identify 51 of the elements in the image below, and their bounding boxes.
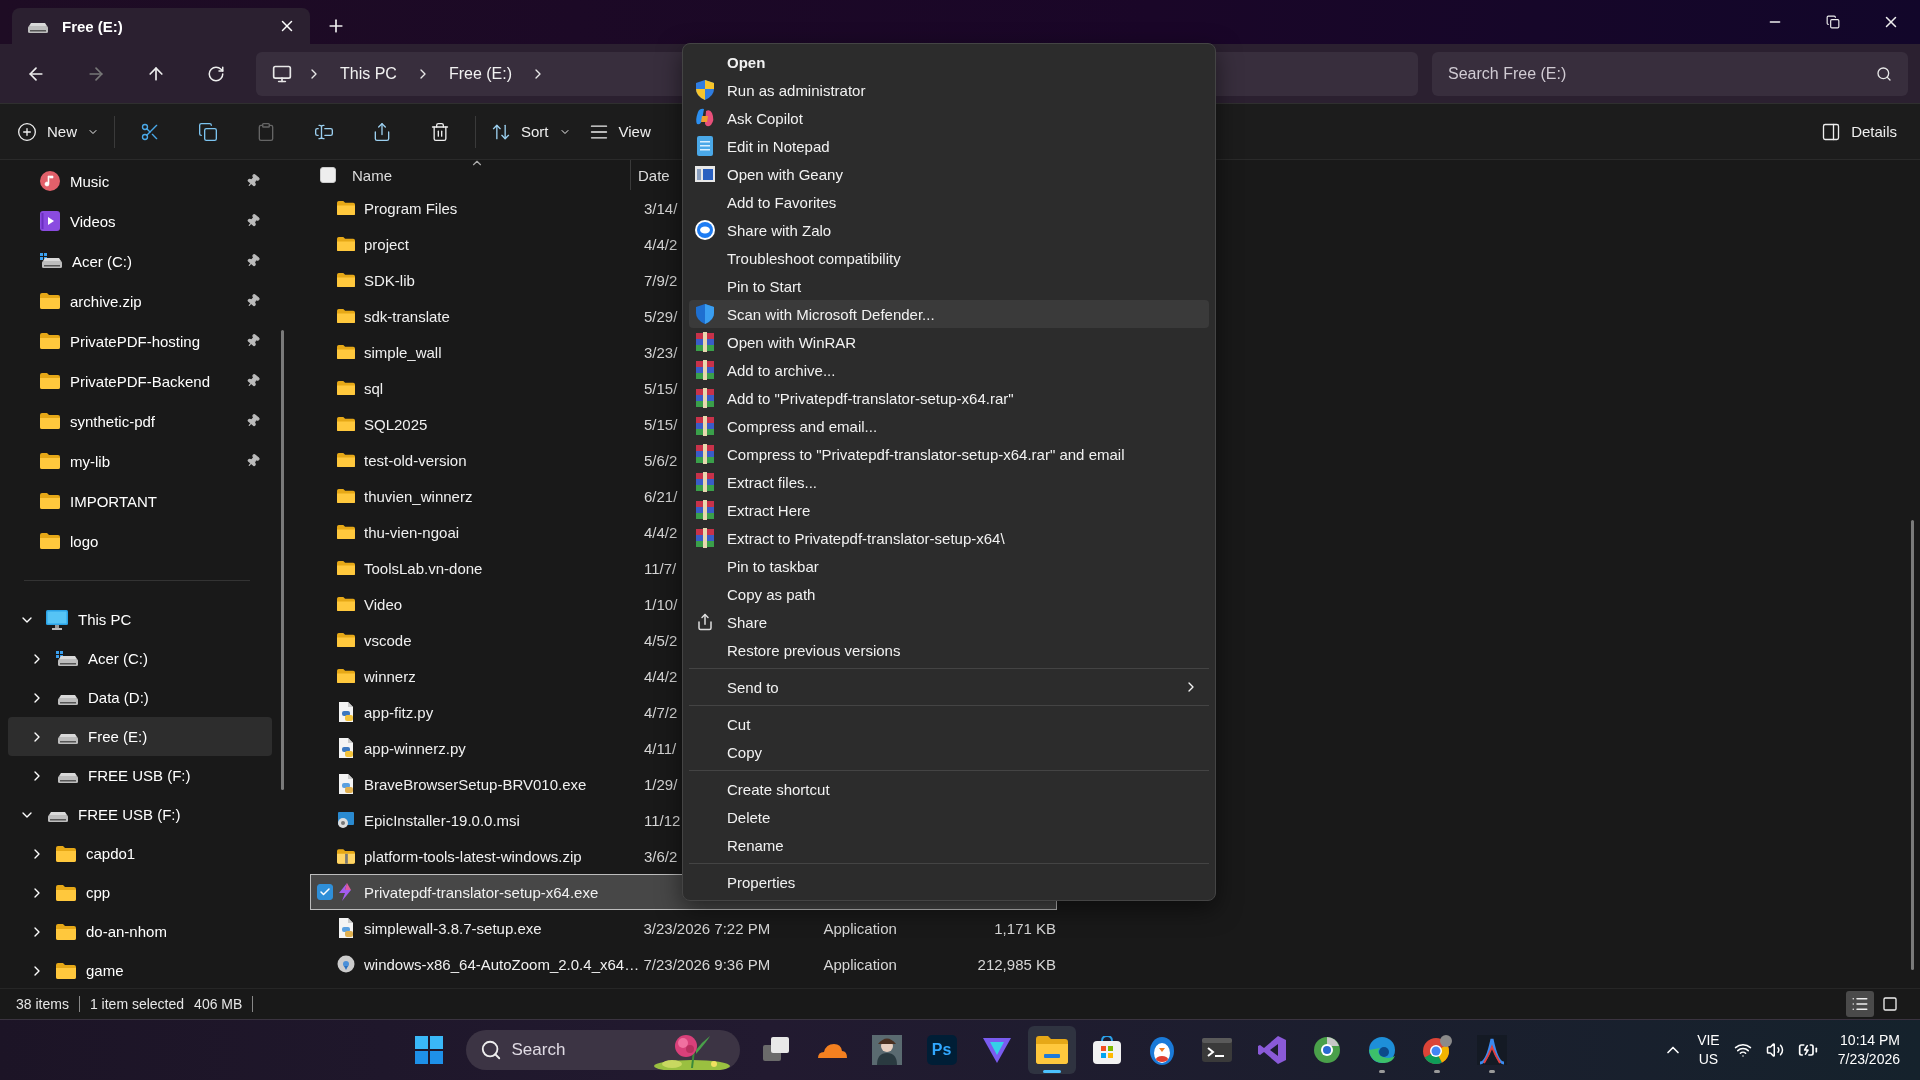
- date-modified: 3/23/: [644, 343, 678, 361]
- file-name: Video: [364, 595, 404, 613]
- date-modified: 3/14/: [644, 199, 678, 217]
- date-modified: 4/7/2: [644, 703, 678, 721]
- date-modified: 1/10/: [644, 595, 678, 613]
- file-name: platform-tools-latest-windows.zip: [364, 847, 583, 865]
- file-name: BraveBrowserSetup-BRV010.exe: [364, 775, 588, 793]
- file-name: sdk-translate: [364, 307, 451, 325]
- file-name: vscode: [364, 631, 413, 649]
- date-modified: 5/6/2: [644, 451, 678, 469]
- file-name: simple_wall: [364, 343, 443, 361]
- file-name: SQL2025: [364, 415, 429, 433]
- date-modified: 3/23/2026 7:22 PM: [643, 919, 771, 937]
- file-name: Privatepdf-translator-setup-x64.exe: [364, 883, 600, 901]
- file-name: EpicInstaller-19.0.0.msi: [364, 811, 521, 829]
- date-modified: 4/5/2: [644, 631, 678, 649]
- date-modified: 5/15/: [644, 415, 678, 433]
- photo-editor-icon: Ps: [926, 1035, 957, 1065]
- file-name: project: [364, 235, 411, 253]
- file-name: thu-vien-ngoai: [364, 523, 461, 541]
- file-name: sql: [364, 379, 385, 397]
- date-modified: 7/23/2026 9:36 PM: [643, 955, 771, 973]
- file-type: Application: [823, 955, 898, 973]
- file-name: SDK-lib: [364, 271, 416, 289]
- file-name: windows-x86_64-AutoZoom_2.0.4_x64…: [364, 955, 641, 973]
- date-modified: 4/4/2: [644, 235, 678, 253]
- date-modified: 3/6/2: [644, 847, 678, 865]
- file-name: thuvien_winnerz: [364, 487, 474, 505]
- file-name: Program Files: [364, 199, 459, 217]
- file-name: simplewall-3.8.7-setup.exe: [364, 919, 543, 937]
- file-size: 1,171 KB: [993, 919, 1056, 937]
- date-modified: 4/4/2: [644, 667, 678, 685]
- date-modified: 6/21/: [644, 487, 678, 505]
- status-text: 38 items: [16, 996, 69, 1012]
- status-text: 1 item selected: [89, 996, 185, 1012]
- file-name: ToolsLab.vn-done: [364, 559, 484, 577]
- file-name: test-old-version: [364, 451, 468, 469]
- file-size: 212,985 KB: [976, 955, 1056, 973]
- date-modified: 4/11/: [644, 739, 677, 757]
- date-modified: 11/12: [644, 811, 681, 829]
- date-modified: 11/7/: [644, 559, 677, 577]
- date-modified: 5/29/: [644, 307, 678, 325]
- date-modified: 5/15/: [644, 379, 678, 397]
- file-type: Application: [823, 919, 898, 937]
- date-modified: 1/29/: [644, 775, 678, 793]
- file-name: app-winnerz.py: [364, 739, 467, 757]
- date-modified: 4/4/2: [644, 523, 678, 541]
- date-modified: 7/9/2: [644, 271, 678, 289]
- status-text: 406 MB: [194, 996, 243, 1012]
- file-name: winnerz: [364, 667, 417, 685]
- file-name: app-fitz.py: [364, 703, 435, 721]
